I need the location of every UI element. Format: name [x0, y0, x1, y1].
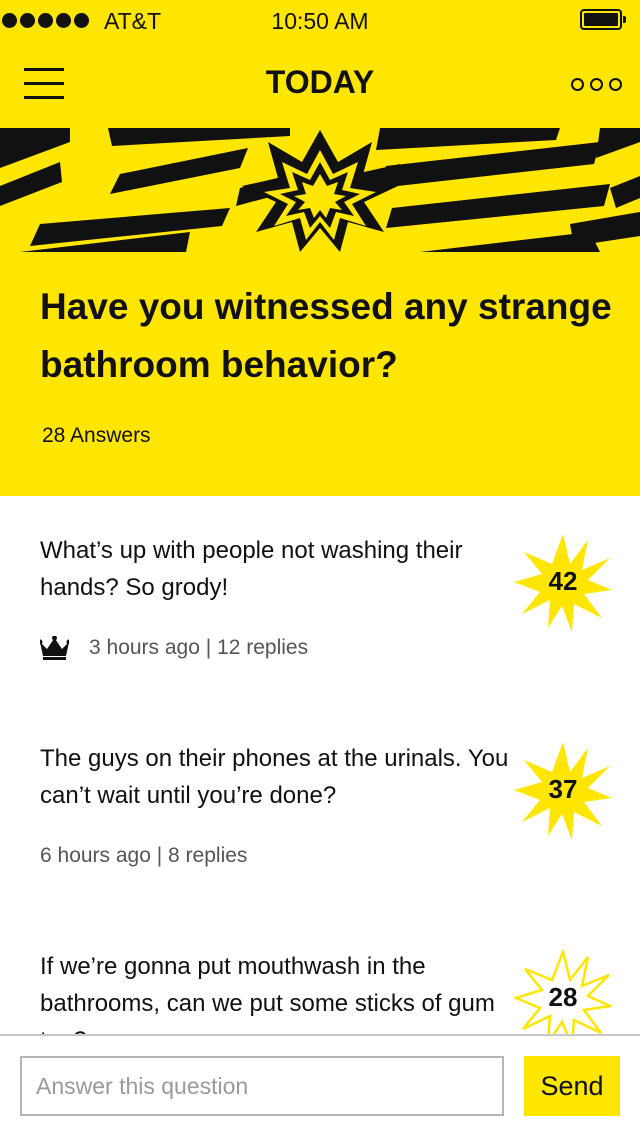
crown-icon [40, 636, 69, 660]
more-dots-icon[interactable] [568, 72, 624, 96]
vote-count: 42 [548, 566, 578, 596]
status-bar: AT&T 10:50 AM [0, 0, 640, 40]
vote-badge[interactable]: 42 [514, 534, 612, 632]
vote-count: 28 [548, 982, 578, 1012]
status-time: 10:50 AM [271, 8, 369, 34]
send-button[interactable]: Send [524, 1056, 620, 1116]
zigzag-burst-banner-icon [0, 128, 640, 252]
page-title: TODAY [265, 64, 375, 100]
list-item[interactable]: The guys on their phones at the urinals.… [0, 704, 640, 912]
answer-meta: 6 hours ago | 8 replies [40, 844, 247, 868]
answers-list[interactable]: What’s up with people not washing their … [0, 496, 640, 1034]
list-item[interactable]: What’s up with people not washing their … [0, 496, 640, 704]
vote-badge[interactable]: 37 [514, 742, 612, 840]
answer-meta-text: 6 hours ago | 8 replies [40, 844, 248, 867]
answer-meta: 3 hours ago | 12 replies [40, 636, 308, 660]
answer-count: 28 Answers [42, 424, 151, 447]
list-item[interactable]: If we’re gonna put mouthwash in the bath… [0, 912, 640, 1034]
answer-text: What’s up with people not washing their … [40, 537, 463, 601]
answer-composer: Send [0, 1034, 640, 1136]
answer-text: If we’re gonna put mouthwash in the bath… [40, 953, 495, 1034]
vote-badge[interactable]: 28 [514, 950, 612, 1034]
nav-bar: TODAY [0, 40, 640, 128]
battery-icon [580, 9, 626, 30]
question-header: Have you witnessed any strange bathroom … [0, 128, 640, 496]
vote-count: 37 [548, 774, 578, 804]
answer-meta-text: 3 hours ago | 12 replies [89, 636, 309, 659]
hamburger-menu-icon[interactable] [22, 64, 66, 104]
answer-text: The guys on their phones at the urinals.… [40, 745, 509, 809]
answer-input[interactable] [20, 1056, 504, 1116]
question-title: Have you witnessed any strange bathroom … [40, 286, 612, 385]
